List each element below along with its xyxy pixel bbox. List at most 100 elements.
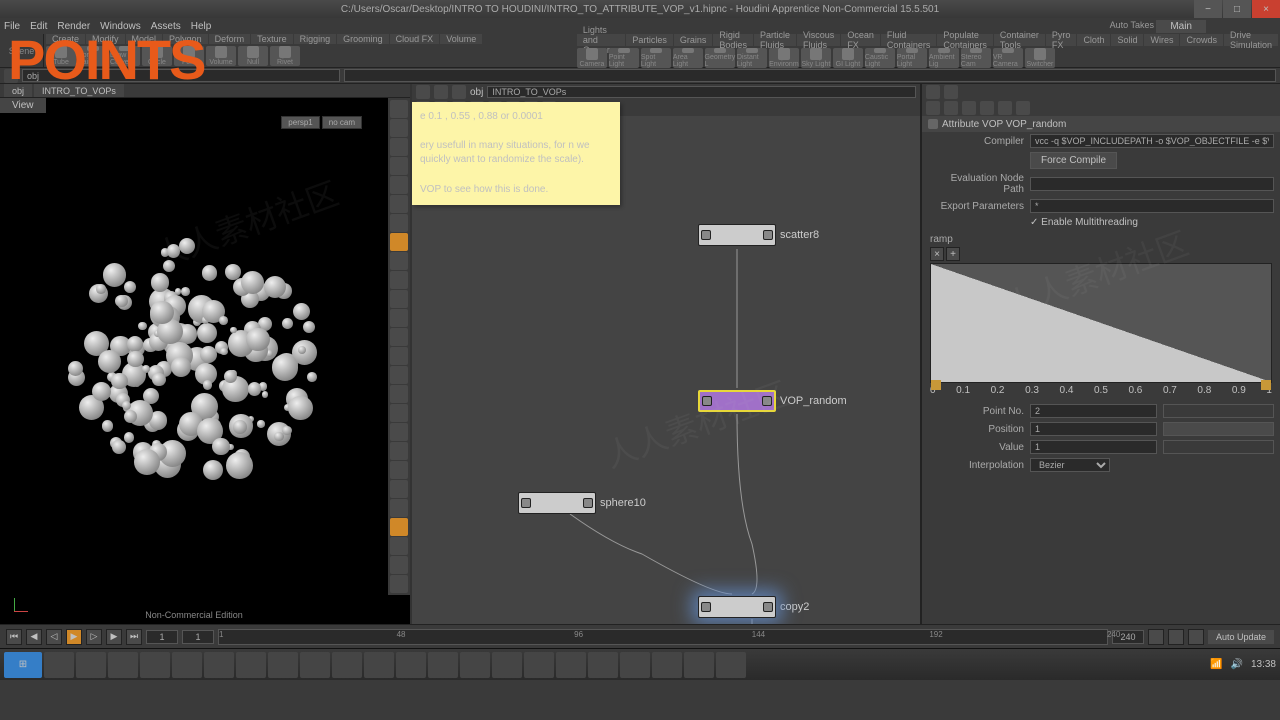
taskbar-app-icon[interactable] [428,652,458,678]
taskbar-app-icon[interactable] [652,652,682,678]
node-scatter[interactable]: scatter8 [698,224,819,246]
shelf-tab[interactable]: Drive Simulation [1224,34,1278,46]
network-pane[interactable]: obj e 0.1 , 0.55 , 0.88 or 0.0001 ery us… [412,84,920,624]
taskbar-app-icon[interactable] [140,652,170,678]
viewport-camsel[interactable]: no cam [322,116,362,129]
timeline-track[interactable]: 14896144192240 [218,629,1108,645]
viewport-tool-icon[interactable] [390,119,408,137]
taskbar-app-icon[interactable] [460,652,490,678]
shelf-tool[interactable]: GI Light [833,48,863,68]
viewport-camera[interactable]: persp1 [281,116,319,129]
shelf-tab[interactable]: Ocean FX [841,34,880,46]
shelf-tool[interactable]: Rivet [270,46,300,66]
shelf-tool[interactable]: Distant Light [737,48,767,68]
value-input[interactable] [1030,440,1157,454]
node-sphere[interactable]: sphere10 [518,492,646,514]
viewport-tool-icon[interactable] [390,537,408,555]
viewport-tool-icon[interactable] [390,556,408,574]
taskbar-app-icon[interactable] [172,652,202,678]
viewport-tool-icon[interactable] [390,252,408,270]
shelf-tab[interactable]: Cloth [1077,34,1110,46]
shelf-tool[interactable]: Geometry L [705,48,735,68]
maximize-button[interactable]: □ [1223,0,1251,18]
viewport-tool-icon[interactable] [390,423,408,441]
shelf-tool[interactable]: Point Light [609,48,639,68]
system-tray[interactable]: 📶 🔊 13:38 [1210,659,1276,670]
tray-volume-icon[interactable]: 🔊 [1231,659,1243,670]
view-tab[interactable]: View [0,98,46,113]
shelf-tool[interactable]: Area Light [673,48,703,68]
shelf-tool[interactable]: Null [238,46,268,66]
shelf-tab[interactable]: Fluid Containers [881,34,937,46]
taskbar-app-icon[interactable] [620,652,650,678]
viewport-tool-icon[interactable] [390,518,408,536]
param-gear-icon[interactable] [944,85,958,99]
path-input-mid[interactable] [344,69,1277,82]
param-tool-icon[interactable] [998,101,1012,115]
ramp-remove-button[interactable]: × [930,247,944,261]
tl-last-button[interactable]: ⏭ [126,629,142,645]
shelf-tool[interactable]: Portal Light [897,48,927,68]
close-button[interactable]: × [1252,0,1280,18]
shelf-tab[interactable]: Particle Fluids [754,34,796,46]
shelf-tab[interactable]: Grooming [337,34,389,44]
viewport-tool-icon[interactable] [390,195,408,213]
tl-play-button[interactable]: ▶ [66,629,82,645]
viewport-tool-icon[interactable] [390,100,408,118]
tl-prev-button[interactable]: ◀ [26,629,42,645]
shelf-tab[interactable]: Grains [674,34,713,46]
param-tool-icon[interactable] [980,101,994,115]
param-tool-icon[interactable] [926,101,940,115]
tl-current-input[interactable] [182,630,214,644]
viewport-tool-icon[interactable] [390,233,408,251]
shelf-tab[interactable]: Solid [1111,34,1143,46]
viewport-tool-icon[interactable] [390,214,408,232]
taskbar-app-icon[interactable] [236,652,266,678]
viewport-tool-icon[interactable] [390,480,408,498]
viewport[interactable]: persp1 no cam Non-Commercial Edition [0,98,388,624]
viewport-tool-icon[interactable] [390,176,408,194]
viewport-tool-icon[interactable] [390,328,408,346]
param-tool-icon[interactable] [1016,101,1030,115]
shelf-tool[interactable]: Environm [769,48,799,68]
shelf-tool[interactable]: Spot Light [641,48,671,68]
tl-realtime-icon[interactable] [1148,629,1164,645]
taskbar-app-icon[interactable] [524,652,554,678]
shelf-tool[interactable]: Switcher [1025,48,1055,68]
pointno-input[interactable] [1030,404,1157,418]
taskbar-app-icon[interactable] [364,652,394,678]
take-main[interactable]: Main [1156,20,1206,33]
node-vop-random[interactable]: VOP_random [698,390,847,412]
viewport-tool-icon[interactable] [390,404,408,422]
taskbar-app-icon[interactable] [588,652,618,678]
position-input[interactable] [1030,422,1157,436]
taskbar-app-icon[interactable] [332,652,362,678]
viewport-tool-icon[interactable] [390,347,408,365]
viewport-tool-icon[interactable] [390,138,408,156]
tl-stepfwd-button[interactable]: ▷ [86,629,102,645]
taskbar-app-icon[interactable] [556,652,586,678]
shelf-tab[interactable]: Volume [440,34,482,44]
force-compile-button[interactable]: Force Compile [1030,152,1117,169]
auto-takes-checkbox[interactable]: Auto Takes [1110,20,1154,30]
shelf-tab[interactable]: Crowds [1180,34,1223,46]
tray-clock[interactable]: 13:38 [1251,659,1276,670]
taskbar-app-icon[interactable] [268,652,298,678]
viewport-tool-icon[interactable] [390,442,408,460]
eval-path-input[interactable] [1030,177,1274,191]
viewport-tool-icon[interactable] [390,385,408,403]
tl-stepback-button[interactable]: ◁ [46,629,62,645]
shelf-tool[interactable]: Camera [577,48,607,68]
shelf-tab[interactable]: Rigid Bodies [713,34,753,46]
tl-keys-icon[interactable] [1188,629,1204,645]
viewport-tool-icon[interactable] [390,499,408,517]
shelf-tab[interactable]: Particles [626,34,673,46]
shelf-tab[interactable]: Viscous Fluids [797,34,840,46]
param-tool-icon[interactable] [944,101,958,115]
pin-icon[interactable] [928,119,938,129]
taskbar-app-icon[interactable] [44,652,74,678]
viewport-tool-icon[interactable] [390,157,408,175]
taskbar-app-icon[interactable] [204,652,234,678]
taskbar-app-icon[interactable] [300,652,330,678]
shelf-tab[interactable]: Wires [1144,34,1179,46]
